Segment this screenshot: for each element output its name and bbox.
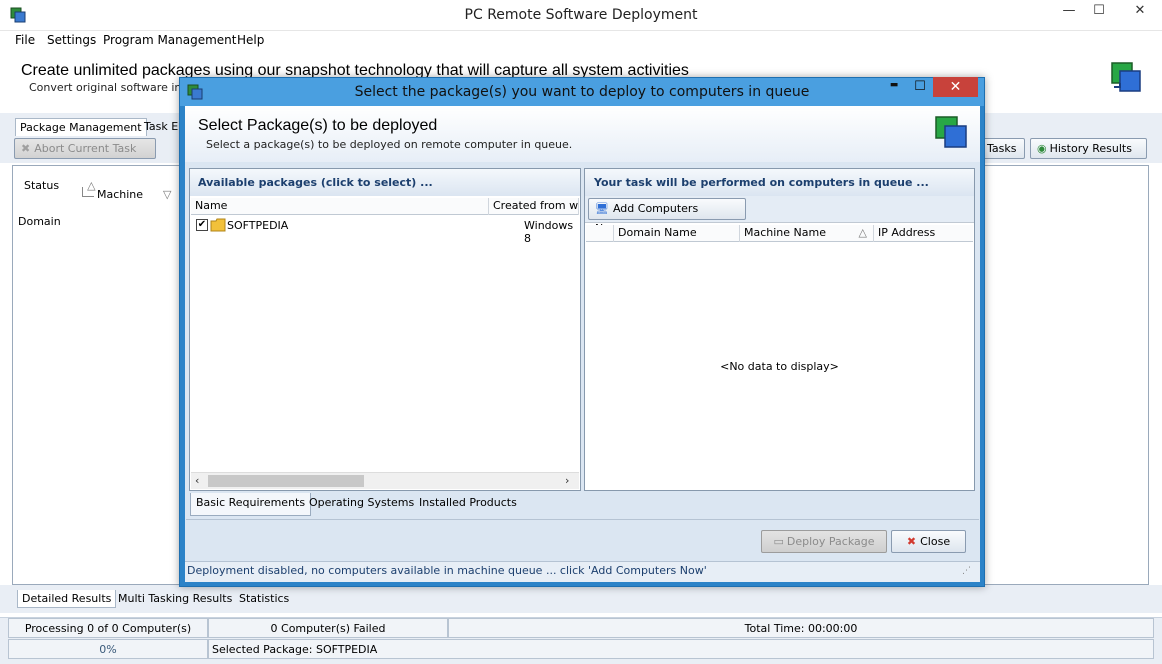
history-icon: ◉ bbox=[1037, 142, 1047, 155]
menu-file[interactable]: File bbox=[15, 33, 35, 47]
dialog-subheading: Select a package(s) to be deployed on re… bbox=[206, 138, 573, 151]
computer-queue-title: Your task will be performed on computers… bbox=[585, 169, 974, 196]
progress-bar: 0% bbox=[8, 639, 208, 659]
dialog-status-text: Deployment disabled, no computers availa… bbox=[187, 564, 707, 577]
tab-basic-requirements[interactable]: Basic Requirements bbox=[190, 493, 312, 516]
tab-operating-systems[interactable]: Operating Systems bbox=[309, 496, 414, 509]
tab-multi-tasking-results[interactable]: Multi Tasking Results bbox=[114, 590, 236, 607]
failed-status: 0 Computer(s) Failed bbox=[208, 618, 448, 638]
ip-address-column-header[interactable]: IP Address bbox=[874, 225, 973, 242]
dialog-title: Select the package(s) you want to deploy… bbox=[354, 84, 810, 100]
tab-installed-products[interactable]: Installed Products bbox=[419, 496, 517, 509]
abort-task-button[interactable]: ✖ Abort Current Task bbox=[14, 138, 156, 159]
available-packages-title: Available packages (click to select) ... bbox=[190, 169, 580, 196]
deploy-icon: ▭ bbox=[773, 535, 784, 548]
resize-grip-icon[interactable]: ⋰ bbox=[962, 566, 971, 576]
menu-help[interactable]: Help bbox=[237, 33, 264, 47]
scroll-right-icon[interactable]: › bbox=[565, 474, 569, 487]
window-title: PC Remote Software Deployment bbox=[464, 7, 698, 23]
queue-empty-message: <No data to display> bbox=[720, 360, 839, 373]
tab-package-management[interactable]: Package Management bbox=[15, 118, 147, 136]
deploy-logo-icon bbox=[1110, 61, 1142, 96]
packages-hscrollbar[interactable]: ‹ › bbox=[191, 472, 579, 489]
dialog-heading: Select Package(s) to be deployed bbox=[198, 117, 438, 134]
history-results-button[interactable]: ◉ History Results bbox=[1030, 138, 1147, 159]
row-indicator-header bbox=[586, 225, 614, 242]
packages-grid-header: Name Created from win bbox=[191, 198, 579, 215]
group-connector bbox=[82, 187, 94, 197]
scroll-left-icon[interactable]: ‹ bbox=[195, 474, 199, 487]
package-folder-icon bbox=[210, 218, 226, 235]
menu-settings[interactable]: Settings bbox=[47, 33, 96, 47]
package-name: SOFTPEDIA bbox=[227, 219, 289, 232]
package-created: Windows 8 bbox=[524, 219, 574, 245]
domain-name-column-header[interactable]: Domain Name bbox=[614, 225, 740, 242]
scroll-thumb[interactable] bbox=[208, 475, 364, 487]
created-column-header[interactable]: Created from win bbox=[489, 198, 579, 215]
deploy-package-button[interactable]: ▭ Deploy Package bbox=[761, 530, 887, 553]
computer-icon: 🖥 bbox=[595, 202, 609, 215]
total-time-status: Total Time: 00:00:00 bbox=[448, 618, 1154, 638]
machine-name-column-header[interactable]: Machine Name △ bbox=[740, 225, 874, 242]
dialog-logo-icon bbox=[934, 115, 968, 152]
package-row[interactable]: ✔ SOFTPEDIA Windows 8 bbox=[192, 217, 578, 245]
dialog-maximize-button[interactable]: ☐ bbox=[910, 79, 930, 94]
domain-column-header[interactable]: Domain bbox=[18, 215, 61, 228]
dialog-close-action-button[interactable]: ✖ Close bbox=[891, 530, 966, 553]
package-checkbox[interactable]: ✔ bbox=[196, 219, 208, 231]
tab-detailed-results[interactable]: Detailed Results bbox=[17, 590, 117, 608]
tab-task[interactable]: Task E bbox=[140, 118, 182, 135]
menu-program-management[interactable]: Program Management bbox=[103, 33, 237, 47]
name-column-header[interactable]: Name bbox=[191, 198, 489, 215]
processing-status: Processing 0 of 0 Computer(s) bbox=[8, 618, 208, 638]
tasks-button[interactable]: Tasks bbox=[980, 138, 1025, 159]
dialog-close-button[interactable]: ✕ bbox=[933, 77, 978, 97]
tab-statistics[interactable]: Statistics bbox=[235, 590, 293, 607]
minimize-button[interactable]: — bbox=[1054, 0, 1084, 24]
close-button[interactable]: ✕ bbox=[1118, 0, 1162, 24]
queue-grid-header: Domain Name Machine Name △ IP Address bbox=[586, 225, 973, 242]
abort-icon: ✖ bbox=[21, 142, 31, 155]
dialog-minimize-button[interactable]: ▬ bbox=[884, 80, 904, 90]
selected-package-status: Selected Package: SOFTPEDIA bbox=[208, 639, 1154, 659]
machine-column-header[interactable]: Machine ▽ bbox=[97, 188, 172, 201]
maximize-button[interactable]: ☐ bbox=[1084, 0, 1114, 24]
close-x-icon: ✖ bbox=[906, 535, 917, 548]
add-computers-button[interactable]: 🖥Add Computers Now▼ bbox=[588, 198, 746, 235]
